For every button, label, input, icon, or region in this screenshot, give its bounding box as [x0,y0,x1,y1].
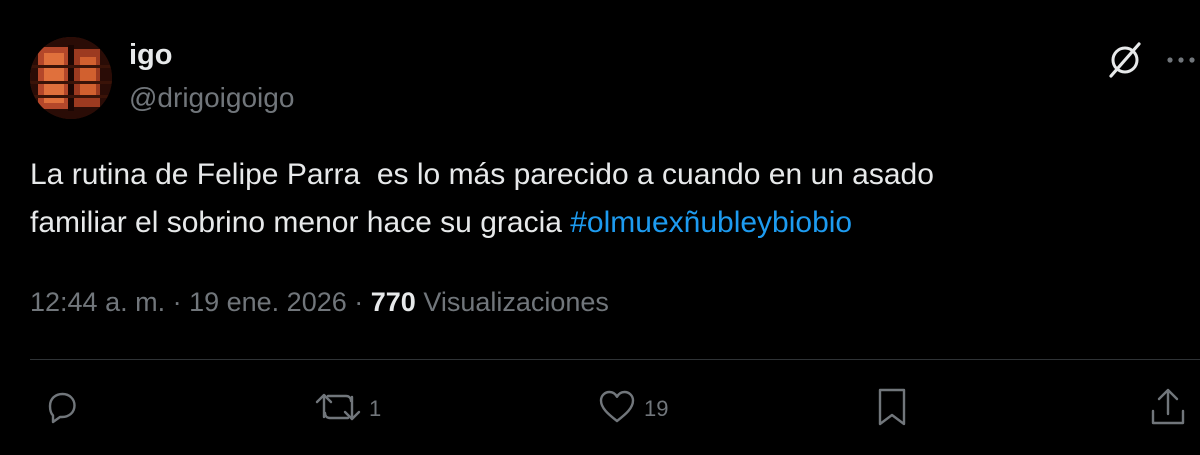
grok-icon[interactable] [1103,40,1147,80]
tweet-meta: 12:44 a. m. · 19 ene. 2026 · 770 Visuali… [30,284,609,320]
views-count: 770 [370,287,416,317]
views-label: Visualizaciones [415,287,609,317]
like-count: 19 [644,396,669,421]
more-icon[interactable] [1160,40,1200,80]
retweet-count: 1 [369,396,382,421]
retweet-icon [313,387,363,432]
like-button[interactable]: 19 [596,386,668,432]
tweet-time[interactable]: 12:44 a. m. [30,287,165,317]
author-name[interactable]: igo [129,38,173,72]
tweet-card: igo @drigoigoigo La rutina de Felipe Par… [0,0,1200,455]
retweet-button[interactable]: 1 [313,386,381,432]
share-button[interactable] [1148,386,1188,432]
share-icon [1148,385,1188,434]
meta-separator: · [165,287,190,317]
hashtag-link[interactable]: #olmuexñubleybiobio [570,206,852,239]
bookmark-icon [872,385,912,434]
author-handle[interactable]: @drigoigoigo [129,81,294,115]
reply-button[interactable] [42,386,88,432]
avatar[interactable] [30,37,112,119]
meta-separator: · [346,287,371,317]
divider [30,359,1200,360]
bookmark-button[interactable] [872,386,912,432]
heart-icon [596,387,638,432]
tweet-date[interactable]: 19 ene. 2026 [189,287,347,317]
tweet-text: La rutina de Felipe Parra es lo más pare… [30,151,1180,247]
reply-icon [42,387,82,432]
